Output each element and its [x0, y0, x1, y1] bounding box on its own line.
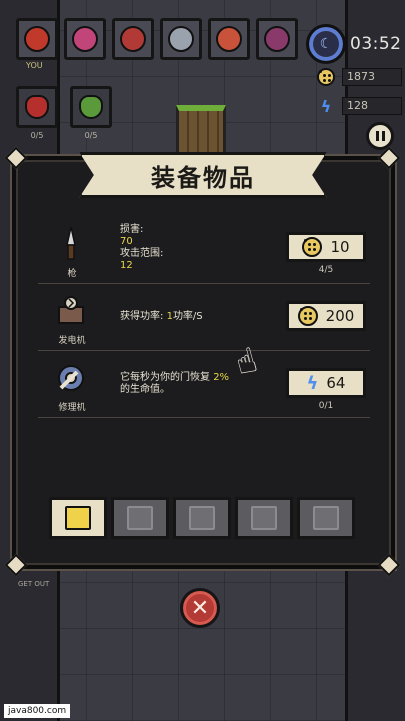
coin-icon — [302, 237, 323, 257]
toolbox-icon — [65, 506, 91, 530]
enemy-count: 0/5 — [30, 131, 44, 140]
price-value: 200 — [325, 307, 355, 325]
coin-value: 1873 — [342, 68, 402, 86]
close-button[interactable]: ✕ — [180, 588, 220, 628]
price-value: 10 — [330, 238, 350, 256]
enemy-slot-1 — [16, 86, 58, 128]
tab-tools[interactable] — [49, 497, 107, 539]
trap-icon — [313, 506, 339, 530]
list-item: 修理机 它每秒为你的门恢复 2% 的生命值。 ϟ 64 0/1 — [38, 352, 370, 418]
energy-value: 128 — [342, 97, 402, 115]
timer-text: 03:52 — [350, 34, 402, 54]
wooden-door — [176, 105, 226, 157]
avatar — [24, 26, 50, 52]
item-stats: 损害: 70 攻击范围: 12 — [120, 224, 163, 272]
desc-line: 的生命值。 — [120, 384, 170, 395]
watermark: java800.com — [4, 704, 71, 718]
player-slot-2 — [64, 18, 106, 60]
list-item: 枪 损害: 70 攻击范围: 12 10 4/5 — [38, 218, 370, 284]
list-item: 发电机 获得功率: 1功率/S 200 — [38, 285, 370, 351]
avatar — [168, 26, 194, 52]
tab-trap[interactable] — [297, 497, 355, 539]
avatar — [216, 26, 242, 52]
avatar — [120, 26, 146, 52]
bolt-icon: ϟ — [306, 372, 319, 394]
desc-prefix: 获得功率: — [120, 311, 167, 322]
you-label: YOU — [26, 61, 43, 70]
price-value: 64 — [326, 374, 346, 392]
gear-wrench-icon — [52, 358, 90, 398]
player-slot-1 — [16, 18, 58, 60]
item-name: 发电机 — [58, 336, 86, 346]
close-icon: ✕ — [190, 595, 210, 621]
item-name: 修理机 — [58, 403, 86, 413]
item-name: 枪 — [67, 269, 77, 279]
round-timer: ☾ 03:52 — [306, 24, 402, 64]
moon-clock-icon: ☾ — [306, 24, 346, 64]
enemy-portrait — [79, 95, 103, 119]
player-slot-3 — [112, 18, 154, 60]
coin-counter: 1873 — [316, 66, 402, 88]
buy-button[interactable]: 200 — [286, 301, 366, 331]
desc-value: 2% — [213, 372, 230, 383]
knife-icon — [52, 224, 90, 264]
enemy-count: 0/5 — [84, 131, 98, 140]
energy-counter: ϟ 128 — [316, 95, 402, 117]
avatar — [264, 26, 290, 52]
coin-icon — [317, 68, 335, 86]
tab-turret[interactable] — [235, 497, 293, 539]
desc-suffix: 功率/S — [172, 311, 203, 322]
stat-label: 损害: — [120, 224, 144, 235]
buy-button[interactable]: ϟ 64 — [286, 368, 366, 398]
get-out-label: GET OUT — [18, 580, 50, 588]
player-slot-6 — [256, 18, 298, 60]
title-banner: 装备物品 — [79, 152, 327, 198]
enemy-portrait — [25, 95, 49, 119]
stock-count: 0/1 — [318, 401, 334, 411]
item-description: 它每秒为你的门恢复 2% 的生命值。 — [120, 372, 229, 396]
stat-value: 12 — [120, 260, 133, 271]
machine-icon — [127, 506, 153, 530]
stat-label: 攻击范围: — [120, 248, 164, 259]
bolt-icon: ϟ — [320, 96, 332, 116]
pause-button[interactable] — [366, 122, 394, 150]
avatar — [72, 26, 98, 52]
tab-repair[interactable] — [173, 497, 231, 539]
buy-button[interactable]: 10 — [286, 232, 366, 262]
enemy-slot-2 — [70, 86, 112, 128]
player-slot-4 — [160, 18, 202, 60]
item-description: 获得功率: 1功率/S — [120, 311, 203, 323]
generator-icon — [52, 291, 90, 331]
turret-icon — [251, 506, 277, 530]
desc-prefix: 它每秒为你的门恢复 — [120, 372, 214, 383]
category-tabs — [49, 497, 357, 543]
stat-value: 70 — [120, 236, 133, 247]
robot-icon — [189, 506, 215, 530]
stock-count: 4/5 — [318, 265, 334, 275]
pause-icon — [375, 131, 379, 141]
tab-generator[interactable] — [111, 497, 169, 539]
coin-icon — [297, 306, 318, 326]
player-slot-5 — [208, 18, 250, 60]
page-title: 装备物品 — [151, 163, 255, 192]
